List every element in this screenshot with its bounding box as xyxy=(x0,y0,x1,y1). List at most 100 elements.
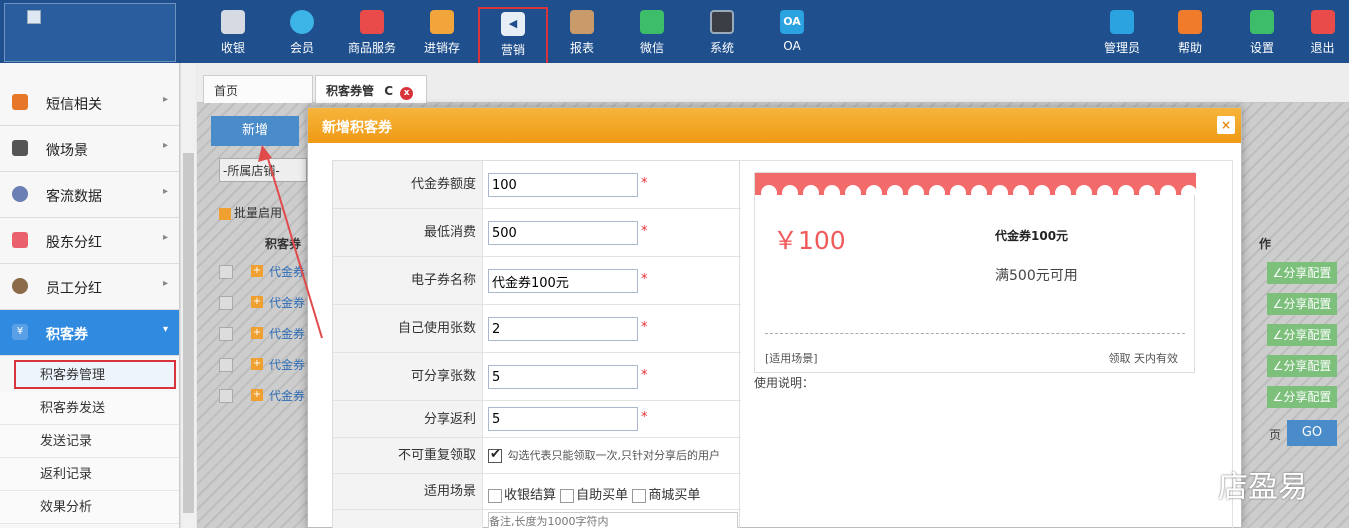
page-label: 页 xyxy=(1269,428,1282,442)
sidebar-item-label: 短信相关 xyxy=(46,97,102,113)
nav-logout[interactable]: 退出 xyxy=(1296,0,1349,63)
close-icon[interactable]: x xyxy=(400,87,414,100)
nav-label: 管理员 xyxy=(1103,41,1140,55)
app-root: 收银 会员 商品服务 进销存 ◀ 营销 报表 微信 系统 OA OA 管理员 帮… xyxy=(0,0,1349,528)
go-button[interactable]: GO xyxy=(1287,420,1337,446)
logo xyxy=(4,3,176,62)
nav-label: 设置 xyxy=(1249,41,1274,55)
row-link[interactable]: 代金券 xyxy=(269,325,305,342)
nav-admin[interactable]: 管理员 xyxy=(1087,0,1157,63)
sidebar-item-microscene[interactable]: 微场景 ▸ xyxy=(0,126,179,172)
chevron-right-icon: ▸ xyxy=(162,94,168,105)
scallop-circle xyxy=(1055,185,1071,195)
nav-wechat[interactable]: 微信 xyxy=(617,0,687,63)
scene-checkbox[interactable] xyxy=(560,488,575,503)
share-config-button[interactable]: ∠分享配置 xyxy=(1267,293,1337,315)
nav-oa[interactable]: OA OA xyxy=(757,0,827,63)
scene-option-cashier[interactable]: 收银结算 xyxy=(488,488,556,503)
nav-marketing[interactable]: ◀ 营销 xyxy=(478,7,548,68)
table-row[interactable]: + 代金券 xyxy=(219,292,309,316)
subitem-coupon-send[interactable]: 积客券发送 xyxy=(0,392,179,425)
note-textarea[interactable] xyxy=(488,512,738,528)
report-icon xyxy=(570,10,594,34)
subitem-effect-analysis[interactable]: 效果分析 xyxy=(0,491,179,524)
batch-enable-button[interactable]: 批量启用 xyxy=(219,204,282,221)
tab-coupon-manage[interactable]: 积客券管 C x xyxy=(315,75,427,103)
store-select[interactable]: -所属店铺- xyxy=(219,158,307,182)
nav-help[interactable]: 帮助 xyxy=(1155,0,1225,63)
share-config-button[interactable]: ∠分享配置 xyxy=(1267,355,1337,377)
no-repeat-checkbox[interactable] xyxy=(488,447,502,463)
sidebar-item-sms[interactable]: 短信相关 ▸ xyxy=(0,80,179,126)
nav-cashier[interactable]: 收银 xyxy=(198,0,268,63)
share-config-button[interactable]: ∠分享配置 xyxy=(1267,324,1337,346)
field-label: 自己使用张数 xyxy=(333,305,483,352)
field-label: 分享返利 xyxy=(333,401,483,437)
share-config-button[interactable]: ∠分享配置 xyxy=(1267,386,1337,408)
row-checkbox[interactable] xyxy=(219,265,233,279)
subitem-send-records[interactable]: 发送记录 xyxy=(0,425,179,458)
table-row[interactable]: + 代金券 xyxy=(219,385,309,409)
row-checkbox[interactable] xyxy=(219,389,233,403)
self-use-count-input[interactable] xyxy=(488,317,638,341)
close-icon[interactable]: × xyxy=(1217,116,1235,134)
sidebar-item-staff[interactable]: 员工分红 ▸ xyxy=(0,264,179,310)
scallop-circle xyxy=(929,185,945,195)
shareholder-icon xyxy=(12,232,28,248)
nav-report[interactable]: 报表 xyxy=(547,0,617,63)
row-link[interactable]: 代金券 xyxy=(269,294,305,311)
expand-icon[interactable]: + xyxy=(251,327,263,339)
row-checkbox[interactable] xyxy=(219,327,233,341)
table-row[interactable]: + 代金券 xyxy=(219,354,309,378)
scallop-circle xyxy=(1139,185,1155,195)
table-row[interactable]: + 代金券 xyxy=(219,323,309,347)
share-config-button[interactable]: ∠分享配置 xyxy=(1267,262,1337,284)
row-link[interactable]: 代金券 xyxy=(269,356,305,373)
sidebar-item-coupon[interactable]: ¥ 积客券 ▾ xyxy=(0,310,179,356)
form-row-self-use: 自己使用张数 * xyxy=(333,305,741,353)
scallop-circle xyxy=(1097,185,1113,195)
subitem-rebate-records[interactable]: 返利记录 xyxy=(0,458,179,491)
nav-goods[interactable]: 商品服务 xyxy=(337,0,407,63)
amount-input[interactable] xyxy=(488,173,638,197)
scene-checkbox[interactable] xyxy=(632,488,647,503)
batch-label: 批量启用 xyxy=(234,206,283,220)
row-link[interactable]: 代金券 xyxy=(269,263,305,280)
sidebar-item-traffic[interactable]: 客流数据 ▸ xyxy=(0,172,179,218)
no-repeat-option[interactable]: 勾选代表只能领取一次,只针对分享后的用户 xyxy=(488,447,720,463)
subitem-coupon-manage[interactable]: 积客券管理 xyxy=(14,360,176,389)
table-row[interactable]: + 代金券 xyxy=(219,261,309,285)
expand-icon[interactable]: + xyxy=(251,296,263,308)
megaphone-icon: ◀ xyxy=(501,12,525,36)
nav-system[interactable]: 系统 xyxy=(687,0,757,63)
scallop-circle xyxy=(1076,185,1092,195)
nav-label: 营销 xyxy=(500,43,525,57)
scallop-circle xyxy=(1118,185,1134,195)
staff-icon xyxy=(12,278,28,294)
sidebar-item-label: 微场景 xyxy=(46,143,88,159)
field-label: 电子券名称 xyxy=(333,257,483,304)
nav-inventory[interactable]: 进销存 xyxy=(407,0,477,63)
refresh-icon[interactable]: C xyxy=(384,84,393,98)
scene-checkbox[interactable] xyxy=(488,488,502,503)
expand-icon[interactable]: + xyxy=(251,358,263,370)
add-button[interactable]: 新增 xyxy=(211,116,299,146)
nav-member[interactable]: 会员 xyxy=(267,0,337,63)
sidebar-scrollbar[interactable] xyxy=(180,63,196,528)
sidebar-item-shareholder[interactable]: 股东分红 ▸ xyxy=(0,218,179,264)
scrollbar-thumb[interactable] xyxy=(183,153,194,513)
row-checkbox[interactable] xyxy=(219,358,233,372)
scene-option-self-pay[interactable]: 自助买单 xyxy=(560,488,628,503)
sidebar: 短信相关 ▸ 微场景 ▸ 客流数据 ▸ 股东分红 ▸ 员工分红 ▸ ¥ 积客券 … xyxy=(0,63,180,528)
row-checkbox[interactable] xyxy=(219,296,233,310)
tab-home[interactable]: 首页 xyxy=(203,75,313,103)
rebate-input[interactable] xyxy=(488,407,638,431)
nav-settings[interactable]: 设置 xyxy=(1227,0,1297,63)
scene-option-mall-pay[interactable]: 商城买单 xyxy=(632,488,700,503)
row-link[interactable]: 代金券 xyxy=(269,387,305,404)
expand-icon[interactable]: + xyxy=(251,265,263,277)
expand-icon[interactable]: + xyxy=(251,389,263,401)
coupon-name-input[interactable] xyxy=(488,269,638,293)
shareable-count-input[interactable] xyxy=(488,365,638,389)
min-spend-input[interactable] xyxy=(488,221,638,245)
